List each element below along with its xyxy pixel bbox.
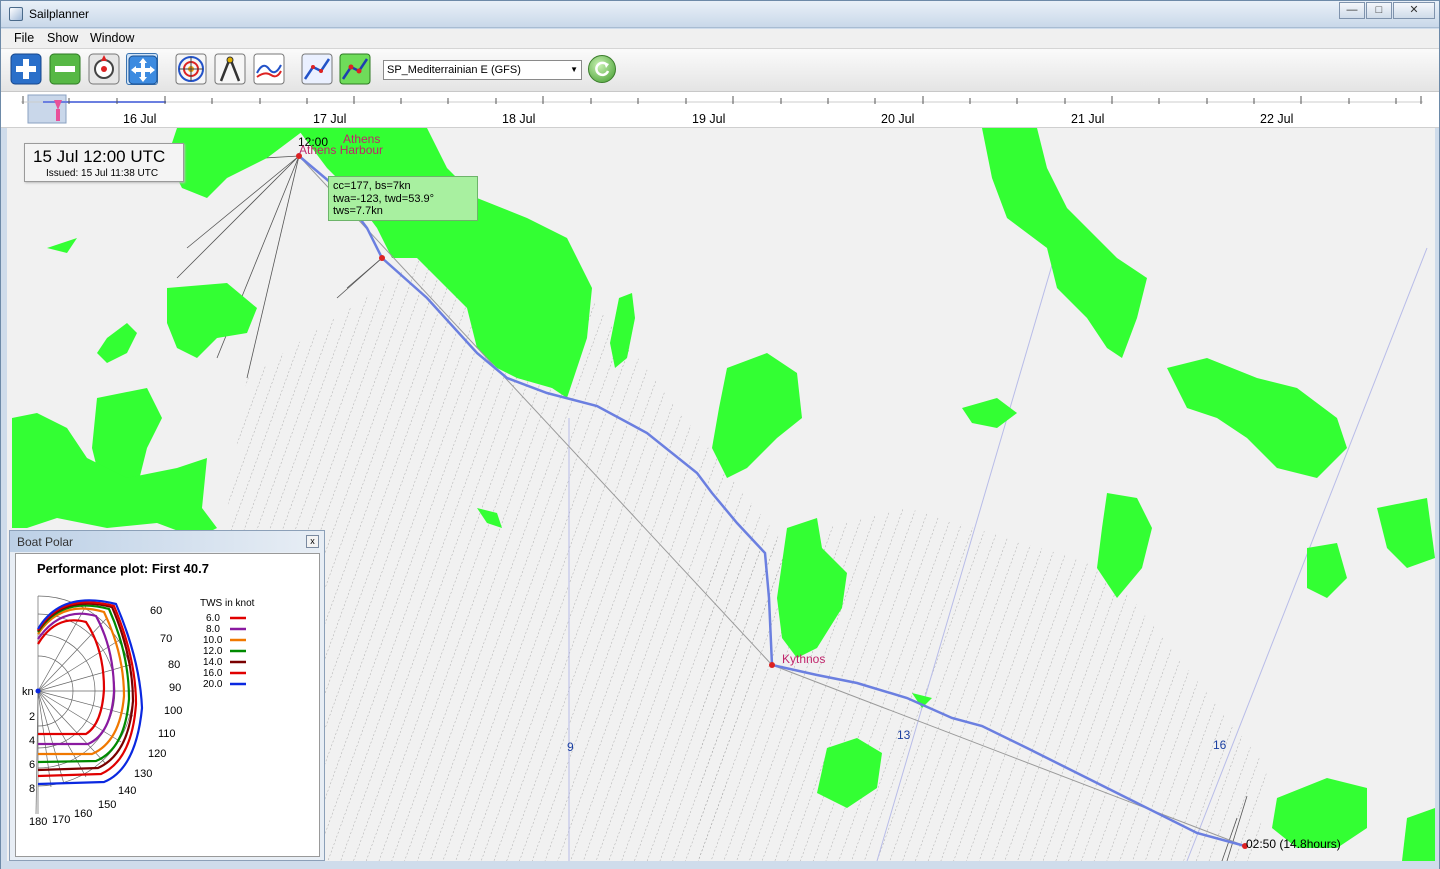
optimize-icon xyxy=(339,53,371,85)
compass-icon xyxy=(214,53,246,85)
polar-angle-label: 140 xyxy=(118,785,136,797)
chevron-down-icon: ▼ xyxy=(570,65,578,74)
route-point[interactable] xyxy=(379,255,385,261)
polar-legend-label: 12.0 xyxy=(203,646,223,657)
app-icon xyxy=(9,7,23,21)
weather-model-value: SP_Mediterrainian E (GFS) xyxy=(387,64,521,76)
title-bar[interactable]: Sailplanner — □ ✕ xyxy=(1,1,1439,28)
maximize-button[interactable]: □ xyxy=(1366,2,1392,19)
timeline-label: 16 Jul xyxy=(123,112,157,126)
menu-window[interactable]: Window xyxy=(90,31,134,45)
polar-speed-label: kn xyxy=(22,686,34,698)
polar-angle-label: 70 xyxy=(160,633,172,645)
menu-show[interactable]: Show xyxy=(47,31,78,45)
waypoint-label: Kythnos xyxy=(782,652,826,666)
polar-diagram: 60 70 80 90 100 110 120 130 140 150 160 … xyxy=(22,595,255,828)
boat-polar-title: Boat Polar xyxy=(17,535,74,549)
timeline[interactable]: 16 Jul 17 Jul 18 Jul 19 Jul 20 Jul 21 Ju… xyxy=(1,92,1439,128)
graph-button[interactable] xyxy=(253,53,285,85)
pan-button[interactable] xyxy=(126,53,158,85)
polar-speed-label: 8 xyxy=(29,783,35,795)
tooltip-line: cc=177, bs=7kn xyxy=(333,180,411,192)
app-window: Sailplanner — □ ✕ File Show Window SP_Me… xyxy=(0,0,1440,869)
polar-legend-title: TWS in knot xyxy=(200,598,255,609)
polar-angle-label: 120 xyxy=(148,748,166,760)
issued-time: Issued: 15 Jul 11:38 UTC xyxy=(46,168,159,179)
polar-plot: Performance plot: First 40.7 60 70 80 90… xyxy=(15,553,320,857)
polar-speed-label: 2 xyxy=(29,711,35,723)
compass-button[interactable] xyxy=(214,53,246,85)
add-button[interactable] xyxy=(10,53,42,85)
isochrone-label: 9 xyxy=(567,740,574,754)
polar-legend-label: 8.0 xyxy=(206,624,220,635)
boat-polar-panel: Boat Polar x Performance plot: First 40.… xyxy=(9,530,325,861)
timeline-label: 17 Jul xyxy=(313,112,347,126)
polar-speed-label: 4 xyxy=(29,735,35,747)
polar-legend-label: 6.0 xyxy=(206,613,220,624)
end-time-label: 02:50 (14.8hours) xyxy=(1246,837,1341,851)
polar-angle-label: 60 xyxy=(150,605,162,617)
polar-angle-label: 170 xyxy=(52,814,70,826)
refresh-button[interactable] xyxy=(588,55,616,83)
polar-angle-label: 130 xyxy=(134,768,152,780)
weather-grid-button[interactable] xyxy=(175,53,207,85)
polar-legend-label: 14.0 xyxy=(203,657,223,668)
menu-bar: File Show Window xyxy=(1,29,1439,49)
refresh-icon xyxy=(595,61,610,77)
isochrone-label: 13 xyxy=(897,728,911,742)
polar-angle-label: 110 xyxy=(158,728,176,740)
window-title: Sailplanner xyxy=(29,7,90,21)
remove-button[interactable] xyxy=(49,53,81,85)
start-harbour-label: Athens Harbour xyxy=(299,143,384,157)
polar-legend-label: 20.0 xyxy=(203,679,223,690)
polar-angle-label: 150 xyxy=(98,799,116,811)
menu-file[interactable]: File xyxy=(14,31,34,45)
status-bar xyxy=(1,862,1439,869)
timeline-label: 21 Jul xyxy=(1071,112,1105,126)
route-tooltip: cc=177, bs=7kn twa=-123, twd=53.9° tws=7… xyxy=(328,176,478,221)
polar-angle-label: 160 xyxy=(74,808,92,820)
pan-icon xyxy=(128,55,158,85)
route-icon xyxy=(301,53,333,85)
close-button[interactable]: ✕ xyxy=(1393,2,1435,19)
weather-model-select[interactable]: SP_Mediterrainian E (GFS) ▼ xyxy=(383,60,582,80)
isochrone-label: 16 xyxy=(1213,738,1227,752)
graph-icon xyxy=(253,53,285,85)
add-icon xyxy=(10,53,42,85)
polar-legend-label: 10.0 xyxy=(203,635,223,646)
close-icon[interactable]: x xyxy=(306,535,319,548)
forecast-time: 15 Jul 12:00 UTC xyxy=(33,147,166,166)
polar-angle-label: 90 xyxy=(169,682,181,694)
tooltip-line: tws=7.7kn xyxy=(333,205,383,217)
minimize-button[interactable]: — xyxy=(1339,2,1365,19)
forecast-time-box: 15 Jul 12:00 UTC Issued: 15 Jul 11:38 UT… xyxy=(24,143,184,182)
timeline-label: 18 Jul xyxy=(502,112,536,126)
timeline-label: 22 Jul xyxy=(1260,112,1294,126)
optimize-button[interactable] xyxy=(339,53,371,85)
timeline-label: 19 Jul xyxy=(692,112,726,126)
weather-grid-icon xyxy=(175,53,207,85)
polar-angle-label: 180 xyxy=(29,816,47,828)
tooltip-line: twa=-123, twd=53.9° xyxy=(333,192,435,205)
polar-heading: Performance plot: First 40.7 xyxy=(37,561,209,576)
polar-angle-label: 100 xyxy=(164,705,182,717)
toolbar: SP_Mediterrainian E (GFS) ▼ xyxy=(1,49,1439,92)
waypoint-icon xyxy=(88,53,120,85)
polar-angle-label: 80 xyxy=(168,659,180,671)
polar-legend-label: 16.0 xyxy=(203,668,223,679)
boat-polar-titlebar[interactable]: Boat Polar x xyxy=(10,531,324,552)
waypoint-button[interactable] xyxy=(88,53,120,85)
polar-speed-label: 6 xyxy=(29,759,35,771)
remove-icon xyxy=(49,53,81,85)
timeline-label: 20 Jul xyxy=(881,112,915,126)
waypoint-marker[interactable] xyxy=(769,662,775,668)
route-button[interactable] xyxy=(301,53,333,85)
